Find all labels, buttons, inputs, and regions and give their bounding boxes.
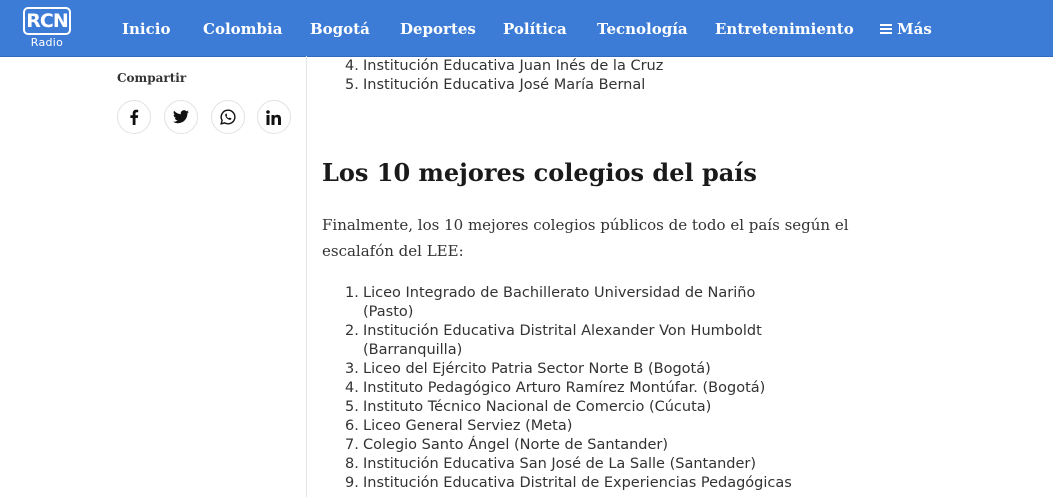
share-linkedin-button[interactable] xyxy=(257,100,291,134)
list-item-number: 6. xyxy=(345,418,359,434)
list-item-number: 4. xyxy=(345,58,359,74)
list-item-text: Institución Educativa Distrital de Exper… xyxy=(363,475,792,491)
list-item-number: 2. xyxy=(345,323,359,339)
list-item-number: 7. xyxy=(345,437,359,453)
hamburger-icon xyxy=(880,22,892,36)
nav-item-colombia[interactable]: Colombia xyxy=(203,19,282,39)
share-facebook-button[interactable] xyxy=(117,100,151,134)
top-navigation-bar: RCN Radio Inicio Colombia Bogotá Deporte… xyxy=(0,0,1053,57)
list-item-text: Liceo General Serviez (Meta) xyxy=(363,418,573,434)
list-item-number: 4. xyxy=(345,380,359,396)
nav-item-tecnologia[interactable]: Tecnología xyxy=(597,19,688,39)
list-item-number: 5. xyxy=(345,77,359,93)
list-item-text: Institución Educativa San José de La Sal… xyxy=(363,456,757,472)
list-item-number: 8. xyxy=(345,456,359,472)
twitter-icon xyxy=(173,110,189,124)
list-item-line2: (Barranquilla) xyxy=(363,342,463,358)
share-label: Compartir xyxy=(117,71,187,85)
list-item-number: 1. xyxy=(345,285,359,301)
nav-item-entretenimiento[interactable]: Entretenimiento xyxy=(715,19,854,39)
share-whatsapp-button[interactable] xyxy=(211,100,245,134)
list-item-text: Instituto Técnico Nacional de Comercio (… xyxy=(363,399,712,415)
list-item-number: 5. xyxy=(345,399,359,415)
list-item-text: Colegio Santo Ángel (Norte de Santander) xyxy=(363,437,669,453)
nav-item-mas-label: Más xyxy=(897,20,932,38)
list-item-text: Institución Educativa Distrital Alexande… xyxy=(363,322,762,360)
section-heading: Los 10 mejores colegios del país xyxy=(322,158,757,187)
list-item-line1: Institución Educativa Distrital Alexande… xyxy=(363,323,762,339)
nav-item-deportes[interactable]: Deportes xyxy=(400,19,476,39)
list-item-text: Liceo del Ejército Patria Sector Norte B… xyxy=(363,361,711,377)
share-twitter-button[interactable] xyxy=(164,100,198,134)
list-item-line1: Liceo Integrado de Bachillerato Universi… xyxy=(363,285,756,301)
list-item-number: 9. xyxy=(345,475,359,491)
nav-item-mas[interactable]: Más xyxy=(880,19,932,39)
article-paragraph: Finalmente, los 10 mejores colegios públ… xyxy=(322,216,849,260)
sidebar-divider xyxy=(306,56,307,497)
list-item-text: Liceo Integrado de Bachillerato Universi… xyxy=(363,284,755,322)
list-item-text: Institución Educativa Juan Inés de la Cr… xyxy=(363,58,664,74)
nav-item-bogota[interactable]: Bogotá xyxy=(310,19,370,39)
nav-item-inicio[interactable]: Inicio xyxy=(122,19,170,39)
facebook-icon xyxy=(130,109,139,125)
list-item-text: Instituto Pedagógico Arturo Ramírez Mont… xyxy=(363,380,766,396)
list-item-line2: (Pasto) xyxy=(363,304,414,320)
list-item-text: Institución Educativa José María Bernal xyxy=(363,77,646,93)
whatsapp-icon xyxy=(220,109,236,125)
main-nav: Inicio Colombia Bogotá Deportes Política… xyxy=(0,0,1053,56)
nav-item-politica[interactable]: Política xyxy=(503,19,567,39)
linkedin-icon xyxy=(266,109,281,125)
list-item-number: 3. xyxy=(345,361,359,377)
